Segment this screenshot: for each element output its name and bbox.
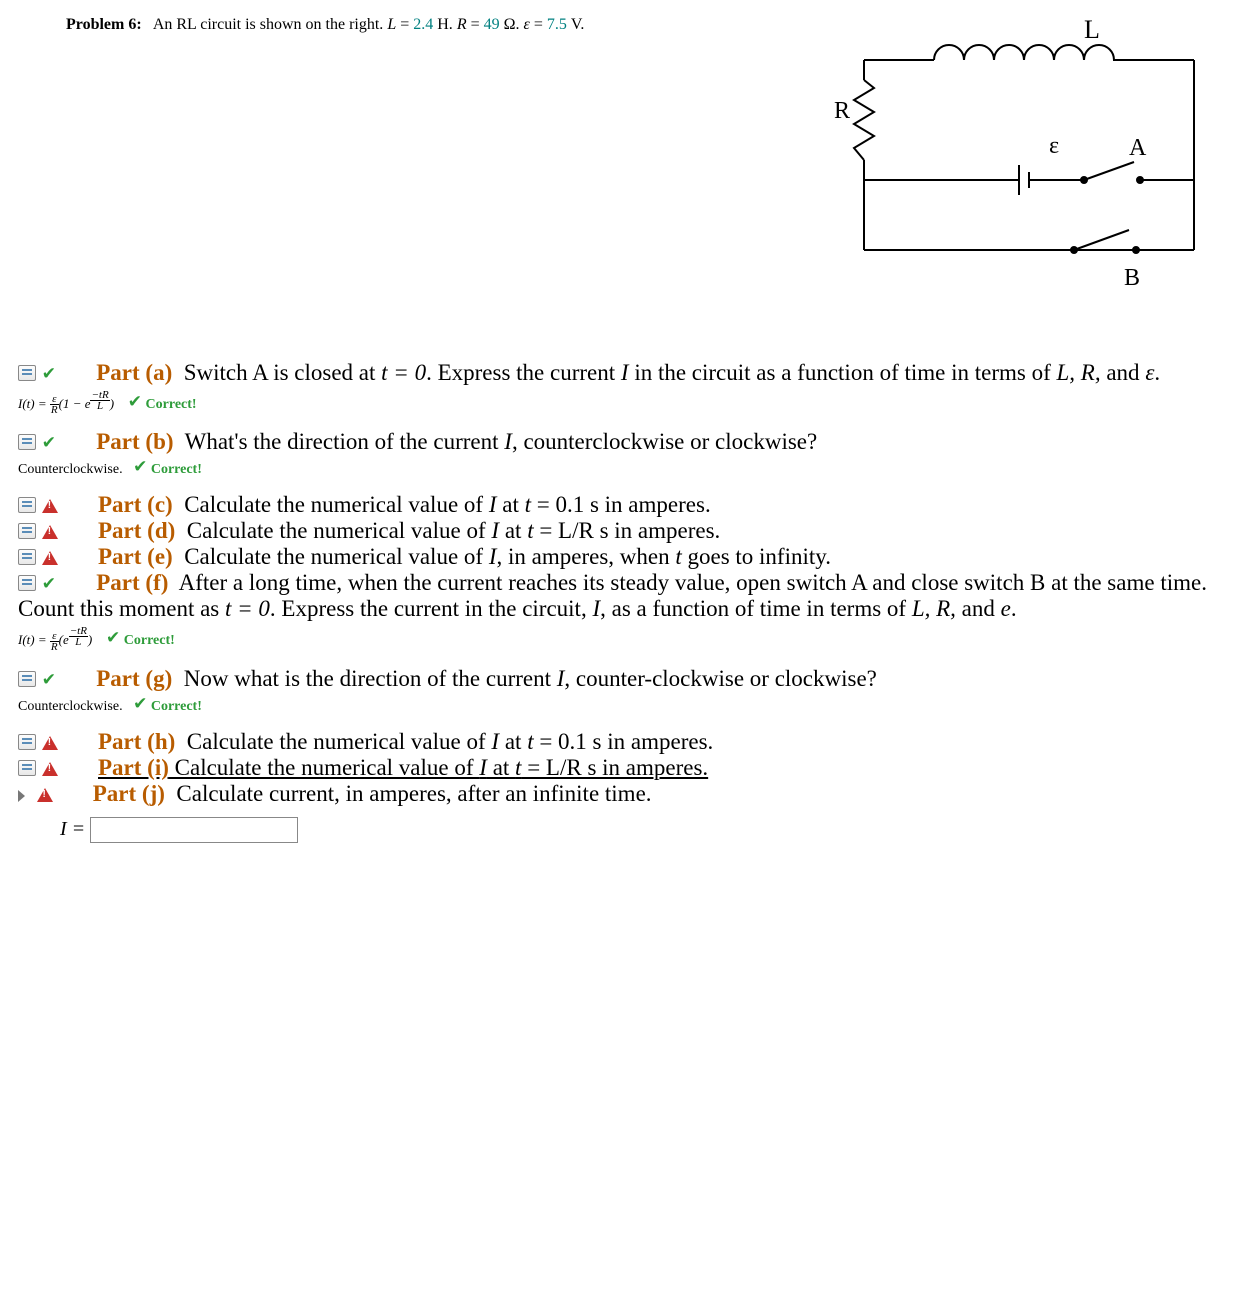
- part-c-label: Part (c): [98, 492, 173, 517]
- checkmark-icon: ✔: [42, 670, 56, 689]
- part-e: Part (e) Calculate the numerical value o…: [18, 544, 1224, 570]
- history-icon[interactable]: [18, 523, 36, 539]
- history-icon[interactable]: [18, 734, 36, 750]
- history-icon[interactable]: [18, 497, 36, 513]
- part-g-label: Part (g): [96, 666, 172, 691]
- warning-icon: [37, 788, 53, 802]
- label-R: R: [834, 98, 850, 124]
- part-b: ✔ Part (b) What's the direction of the c…: [18, 429, 1224, 478]
- history-icon[interactable]: [18, 549, 36, 565]
- warning-icon: [42, 762, 58, 776]
- part-f: ✔ Part (f) After a long time, when the c…: [18, 570, 1224, 651]
- history-icon[interactable]: [18, 575, 36, 591]
- part-g: ✔ Part (g) Now what is the direction of …: [18, 666, 1224, 715]
- label-L: L: [1084, 15, 1100, 44]
- checkmark-icon: ✔: [42, 433, 56, 452]
- warning-icon: [42, 499, 58, 513]
- part-f-label: Part (f): [96, 570, 168, 595]
- problem-label: Problem 6:: [66, 16, 142, 33]
- expand-icon[interactable]: [18, 790, 25, 802]
- problem-statement: Problem 6: An RL circuit is shown on the…: [18, 10, 824, 34]
- part-i-label[interactable]: Part (i): [98, 755, 169, 780]
- warning-icon: [42, 525, 58, 539]
- history-icon[interactable]: [18, 671, 36, 687]
- checkmark-icon: ✔: [133, 694, 147, 713]
- checkmark-icon: ✔: [106, 628, 120, 647]
- problem-text: An RL circuit is shown on the right.: [153, 16, 388, 33]
- part-a-answer: I(t) = εR(1 − e−tRL) ✔ Correct!: [18, 390, 1224, 415]
- checkmark-icon: ✔: [42, 574, 56, 593]
- checkmark-icon: ✔: [133, 457, 147, 476]
- history-icon[interactable]: [18, 434, 36, 450]
- part-b-answer: Counterclockwise. ✔ Correct!: [18, 457, 1224, 478]
- label-eps: ε: [1049, 133, 1059, 159]
- checkmark-icon: ✔: [128, 392, 142, 411]
- part-f-answer: I(t) = εR(e−tRL) ✔ Correct!: [18, 626, 1224, 651]
- problem-header: Problem 6: An RL circuit is shown on the…: [18, 10, 1224, 290]
- label-B: B: [1124, 265, 1140, 290]
- answer-input[interactable]: [90, 817, 298, 843]
- part-h-label: Part (h): [98, 729, 175, 754]
- warning-icon: [42, 736, 58, 750]
- part-a-label: Part (a): [96, 360, 172, 385]
- part-b-label: Part (b): [96, 429, 173, 454]
- part-d-label: Part (d): [98, 518, 175, 543]
- part-i: Part (i) Calculate the numerical value o…: [18, 755, 1224, 781]
- circuit-diagram: L R ε A B: [824, 10, 1224, 290]
- history-icon[interactable]: [18, 365, 36, 381]
- answer-input-label: I =: [60, 818, 90, 840]
- part-d: Part (d) Calculate the numerical value o…: [18, 518, 1224, 544]
- part-j: Part (j) Calculate current, in amperes, …: [18, 781, 1224, 807]
- part-a: ✔ Part (a) Switch A is closed at t = 0. …: [18, 360, 1224, 415]
- answer-input-row: I =: [18, 815, 1224, 843]
- parts-container: ✔ Part (a) Switch A is closed at t = 0. …: [18, 360, 1224, 843]
- part-g-answer: Counterclockwise. ✔ Correct!: [18, 694, 1224, 715]
- warning-icon: [42, 551, 58, 565]
- part-j-label: Part (j): [93, 781, 165, 806]
- part-c: Part (c) Calculate the numerical value o…: [18, 492, 1224, 518]
- part-e-label: Part (e): [98, 544, 173, 569]
- label-A: A: [1129, 135, 1147, 161]
- history-icon[interactable]: [18, 760, 36, 776]
- part-h: Part (h) Calculate the numerical value o…: [18, 729, 1224, 755]
- checkmark-icon: ✔: [42, 364, 56, 383]
